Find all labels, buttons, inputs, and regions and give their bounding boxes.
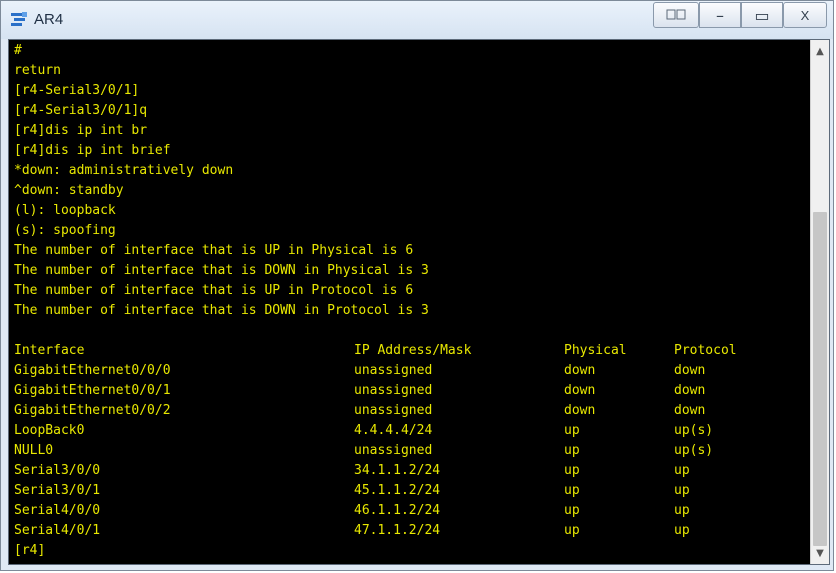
title-bar[interactable]: AR4 – ▭ X	[1, 1, 833, 39]
minimize-button[interactable]: –	[699, 2, 741, 28]
terminal-line: [r4-Serial3/0/1]q	[14, 103, 148, 118]
app-icon	[10, 11, 28, 29]
table-cell: down	[564, 383, 596, 398]
terminal-frame[interactable]: # return [r4-Serial3/0/1] [r4-Serial3/0/1]q…	[8, 39, 830, 565]
table-cell: unassigned	[354, 403, 433, 418]
table-cell: 4.4.4.4/24	[354, 423, 433, 438]
table-cell: up	[564, 503, 580, 518]
chevron-down-icon[interactable]: ▼	[811, 544, 829, 562]
terminal-line: *down: administratively down	[14, 163, 234, 178]
table-cell: Serial3/0/0	[14, 463, 101, 478]
table-cell: Serial3/0/1	[14, 483, 101, 498]
table-header-row: Interface IP Address/Mask Physical Protocol	[14, 341, 809, 361]
table-row: GigabitEthernet0/0/0 unassigned down down	[14, 361, 809, 381]
table-cell: up	[674, 523, 690, 538]
table-row: Serial4/0/0 46.1.1.2/24 up up	[14, 501, 809, 521]
table-cell: IP Address/Mask	[354, 343, 472, 358]
table-cell: Physical	[564, 343, 627, 358]
terminal-line: The number of interface that is DOWN in …	[14, 303, 429, 318]
table-cell: 34.1.1.2/24	[354, 463, 441, 478]
terminal-line: The number of interface that is UP in Ph…	[14, 243, 414, 258]
close-button[interactable]: X	[783, 2, 827, 28]
terminal-line: [r4]dis ip int brief	[14, 143, 171, 158]
table-cell: up	[564, 483, 580, 498]
terminal-line: return	[14, 63, 61, 78]
terminal-line: #	[14, 43, 22, 58]
terminal-line: [r4-Serial3/0/1]	[14, 83, 140, 98]
window-layout-icon	[666, 9, 686, 20]
table-cell: down	[674, 363, 706, 378]
terminal-window: AR4 – ▭ X # return [r4-Serial3/0/1] [r4-Ser…	[0, 0, 834, 571]
table-row: Serial3/0/1 45.1.1.2/24 up up	[14, 481, 809, 501]
terminal-line: The number of interface that is DOWN in …	[14, 263, 429, 278]
window-title: AR4	[34, 11, 64, 28]
table-row: NULL0 unassigned up up(s)	[14, 441, 809, 461]
table-cell: GigabitEthernet0/0/1	[14, 383, 171, 398]
table-cell: up	[674, 483, 690, 498]
table-cell: down	[674, 403, 706, 418]
table-row: GigabitEthernet0/0/2 unassigned down down	[14, 401, 809, 421]
table-cell: down	[564, 363, 596, 378]
table-cell: down	[674, 383, 706, 398]
table-cell: Serial4/0/1	[14, 523, 101, 538]
table-cell: Interface	[14, 343, 85, 358]
table-cell: unassigned	[354, 383, 433, 398]
table-cell: GigabitEthernet0/0/2	[14, 403, 171, 418]
table-cell: Protocol	[674, 343, 737, 358]
close-icon: X	[800, 7, 810, 23]
terminal-line: [r4]dis ip int br	[14, 123, 148, 138]
maximize-button[interactable]: ▭	[741, 2, 783, 28]
terminal-line: (s): spoofing	[14, 223, 116, 238]
table-cell: up(s)	[674, 423, 714, 438]
table-row: Serial4/0/1 47.1.1.2/24 up up	[14, 521, 809, 541]
table-cell: up	[564, 523, 580, 538]
table-cell: up	[674, 463, 690, 478]
terminal-line: ^down: standby	[14, 183, 124, 198]
table-cell: LoopBack0	[14, 423, 85, 438]
table-cell: unassigned	[354, 443, 433, 458]
table-cell: Serial4/0/0	[14, 503, 101, 518]
command-prompt[interactable]: [r4]	[14, 541, 809, 561]
table-cell: up(s)	[674, 443, 714, 458]
terminal-line: (l): loopback	[14, 203, 116, 218]
minimize-icon: –	[716, 5, 724, 25]
chevron-up-icon[interactable]: ▲	[811, 42, 829, 60]
table-row: LoopBack0 4.4.4.4/24 up up(s)	[14, 421, 809, 441]
table-cell: up	[564, 443, 580, 458]
table-row: GigabitEthernet0/0/1 unassigned down down	[14, 381, 809, 401]
table-cell: GigabitEthernet0/0/0	[14, 363, 171, 378]
terminal-line: The number of interface that is UP in Pr…	[14, 283, 414, 298]
table-cell: down	[564, 403, 596, 418]
table-cell: 46.1.1.2/24	[354, 503, 441, 518]
maximize-icon: ▭	[754, 5, 770, 25]
table-cell: 47.1.1.2/24	[354, 523, 441, 538]
table-cell: NULL0	[14, 443, 54, 458]
terminal-output[interactable]: # return [r4-Serial3/0/1] [r4-Serial3/0/1]q…	[9, 40, 809, 564]
table-row: Serial3/0/0 34.1.1.2/24 up up	[14, 461, 809, 481]
table-cell: 45.1.1.2/24	[354, 483, 441, 498]
table-cell: up	[674, 503, 690, 518]
table-cell: up	[564, 423, 580, 438]
scrollbar[interactable]: ▲ ▼	[810, 40, 829, 564]
extra-window-button[interactable]	[653, 2, 699, 28]
table-cell: up	[564, 463, 580, 478]
scrollbar-thumb[interactable]	[813, 212, 827, 546]
table-cell: unassigned	[354, 363, 433, 378]
